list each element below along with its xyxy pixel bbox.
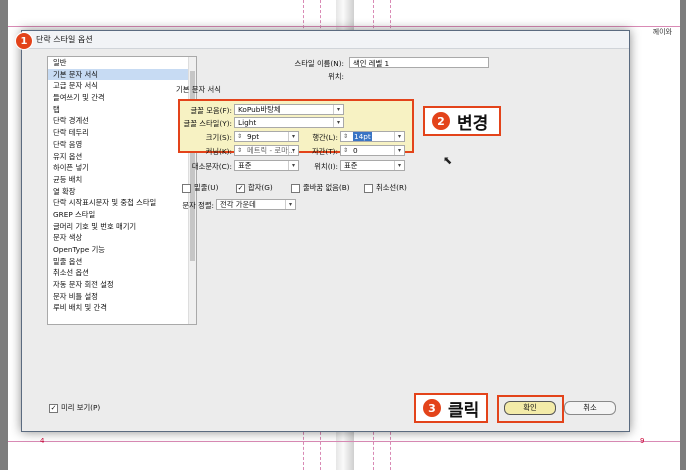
no-break-checkbox[interactable]: 줄바꿈 없음(B) — [291, 183, 350, 193]
chevron-down-icon: ▾ — [333, 118, 343, 127]
no-break-label: 줄바꿈 없음(B) — [303, 183, 350, 192]
font-family-select[interactable]: KoPub바탕체 ▾ — [234, 104, 344, 115]
kerning-select[interactable]: ⇕ 메트릭 - 로마... ▾ — [234, 145, 299, 156]
preview-label: 미리 보기(P) — [61, 403, 101, 412]
chevron-down-icon: ▾ — [394, 161, 404, 170]
chevron-down-icon: ▾ — [288, 146, 298, 155]
align-select[interactable]: 전각 가운데 ▾ — [216, 199, 296, 210]
position-value: 표준 — [344, 161, 358, 170]
sidebar-item-character-rotation[interactable]: 문자 비틀 설정 — [48, 291, 196, 303]
section-title: 기본 문자 서식 — [176, 85, 221, 94]
chevron-down-icon: ▾ — [394, 132, 404, 141]
spinner-icon[interactable]: ⇕ — [343, 146, 348, 156]
tracking-select[interactable]: ⇕ 0 ▾ — [340, 145, 405, 156]
size-label: 크기(S): — [205, 133, 232, 142]
sidebar-item-strikethrough-options[interactable]: 취소선 옵션 — [48, 267, 196, 279]
ligatures-label: 합자(G) — [248, 183, 273, 192]
size-value: 9pt — [247, 132, 260, 141]
case-value: 표준 — [238, 161, 252, 170]
position-label: 위치(I): — [314, 162, 338, 171]
tracking-value: 0 — [353, 146, 358, 155]
align-label: 문자 정렬: — [182, 201, 214, 210]
location-label: 위치: — [328, 72, 344, 81]
chevron-down-icon: ▾ — [288, 132, 298, 141]
page-number-left: 4 — [40, 437, 45, 445]
sidebar-item-character-color[interactable]: 문자 색상 — [48, 232, 196, 244]
font-family-value: KoPub바탕체 — [238, 105, 281, 114]
chevron-down-icon: ▾ — [394, 146, 404, 155]
preview-checkbox[interactable]: ✓ 미리 보기(P) — [49, 403, 100, 413]
sidebar-item-tabs[interactable]: 탭 — [48, 104, 196, 116]
callout-click: 3 클릭 — [414, 393, 488, 423]
sidebar-item-keep-options[interactable]: 유지 옵션 — [48, 151, 196, 163]
callout-change: 2 변경 — [423, 106, 501, 136]
underline-checkbox[interactable]: 밑줄(U) — [182, 183, 218, 193]
checkbox-box[interactable]: ✓ — [236, 183, 245, 193]
kerning-label: 커닝(K): — [205, 147, 232, 156]
underline-label: 밑줄(U) — [194, 183, 219, 192]
checkbox-box[interactable] — [364, 183, 373, 193]
ok-button[interactable]: 확인 — [504, 401, 556, 415]
sidebar-item-paragraph-border[interactable]: 단락 테두리 — [48, 127, 196, 139]
sidebar-item-ruby-placement[interactable]: 루비 배치 및 간격 — [48, 302, 196, 314]
sidebar-item-paragraph-rules[interactable]: 단락 경계선 — [48, 115, 196, 127]
font-style-label: 글꼴 스타일(Y): — [183, 119, 233, 128]
leading-select[interactable]: ⇕ 14pt ▾ — [340, 131, 405, 142]
dialog-titlebar: 단락 스타일 옵션 — [22, 31, 629, 49]
chevron-down-icon: ▾ — [288, 161, 298, 170]
sidebar-item-basic-character-formats[interactable]: 기본 문자 서식 — [48, 68, 196, 81]
step-badge: 3 — [422, 398, 442, 418]
callout-text: 변경 — [457, 113, 489, 134]
spinner-icon[interactable]: ⇕ — [237, 146, 242, 156]
style-name-input[interactable]: 색인 레벨 1 — [349, 57, 489, 68]
step-badge: 2 — [431, 111, 451, 131]
sidebar-item-opentype[interactable]: OpenType 기능 — [48, 244, 196, 256]
sidebar-item-paragraph-shading[interactable]: 단락 음영 — [48, 139, 196, 151]
margin-guide — [8, 26, 680, 27]
leading-label: 행간(L): — [312, 133, 338, 142]
sidebar-item-general[interactable]: 일반 — [48, 57, 196, 69]
chevron-down-icon: ▾ — [333, 105, 343, 114]
tracking-label: 자간(T): — [311, 147, 338, 156]
margin-guide — [8, 441, 680, 442]
checkbox-box[interactable] — [182, 183, 191, 193]
checkbox-box[interactable]: ✓ — [49, 403, 58, 413]
chevron-down-icon: ▾ — [285, 200, 295, 209]
sidebar-item-advanced-character-formats[interactable]: 고급 문자 서식 — [48, 80, 196, 92]
font-family-label: 글꼴 모음(F): — [190, 106, 232, 115]
sidebar-item-bullets-numbering[interactable]: 글머리 기호 및 번호 매기기 — [48, 221, 196, 233]
size-select[interactable]: ⇕ 9pt ▾ — [234, 131, 299, 142]
case-select[interactable]: 표준 ▾ — [234, 160, 299, 171]
sidebar-item-underline-options[interactable]: 밑줄 옵션 — [48, 256, 196, 268]
spinner-icon[interactable]: ⇕ — [343, 132, 348, 142]
ligatures-checkbox[interactable]: ✓ 합자(G) — [236, 183, 273, 193]
font-style-value: Light — [238, 118, 257, 127]
cancel-button[interactable]: 취소 — [564, 401, 616, 415]
case-label: 대소문자(C): — [191, 162, 232, 171]
sidebar-item-auto-tate-chu-yoko[interactable]: 자동 문자 회전 설정 — [48, 279, 196, 291]
sidebar-item-indents-spacing[interactable]: 들여쓰기 및 간격 — [48, 92, 196, 104]
callout-text: 클릭 — [448, 400, 480, 421]
strikethrough-label: 취소선(R) — [376, 183, 407, 192]
page-number-right: 9 — [640, 437, 645, 445]
mouse-cursor-icon: ⬉ — [443, 154, 453, 167]
page-header-text: 께이와 — [652, 28, 672, 36]
leading-value: 14pt — [353, 132, 372, 141]
step-badge: 1 — [15, 32, 33, 50]
align-value: 전각 가운데 — [220, 200, 256, 209]
sidebar-item-span-columns[interactable]: 열 확장 — [48, 186, 196, 198]
paragraph-style-options-dialog: 단락 스타일 옵션 일반 기본 문자 서식 고급 문자 서식 들여쓰기 및 간격… — [21, 30, 630, 432]
sidebar-item-justification[interactable]: 균등 배치 — [48, 174, 196, 186]
style-name-label: 스타일 이름(N): — [294, 59, 345, 68]
strikethrough-checkbox[interactable]: 취소선(R) — [364, 183, 407, 193]
font-style-select[interactable]: Light ▾ — [234, 117, 344, 128]
position-select[interactable]: 표준 ▾ — [340, 160, 405, 171]
checkbox-box[interactable] — [291, 183, 300, 193]
spinner-icon[interactable]: ⇕ — [237, 132, 242, 142]
category-list[interactable]: 일반 기본 문자 서식 고급 문자 서식 들여쓰기 및 간격 탭 단락 경계선 … — [47, 56, 197, 325]
dialog-title: 단락 스타일 옵션 — [36, 35, 93, 44]
